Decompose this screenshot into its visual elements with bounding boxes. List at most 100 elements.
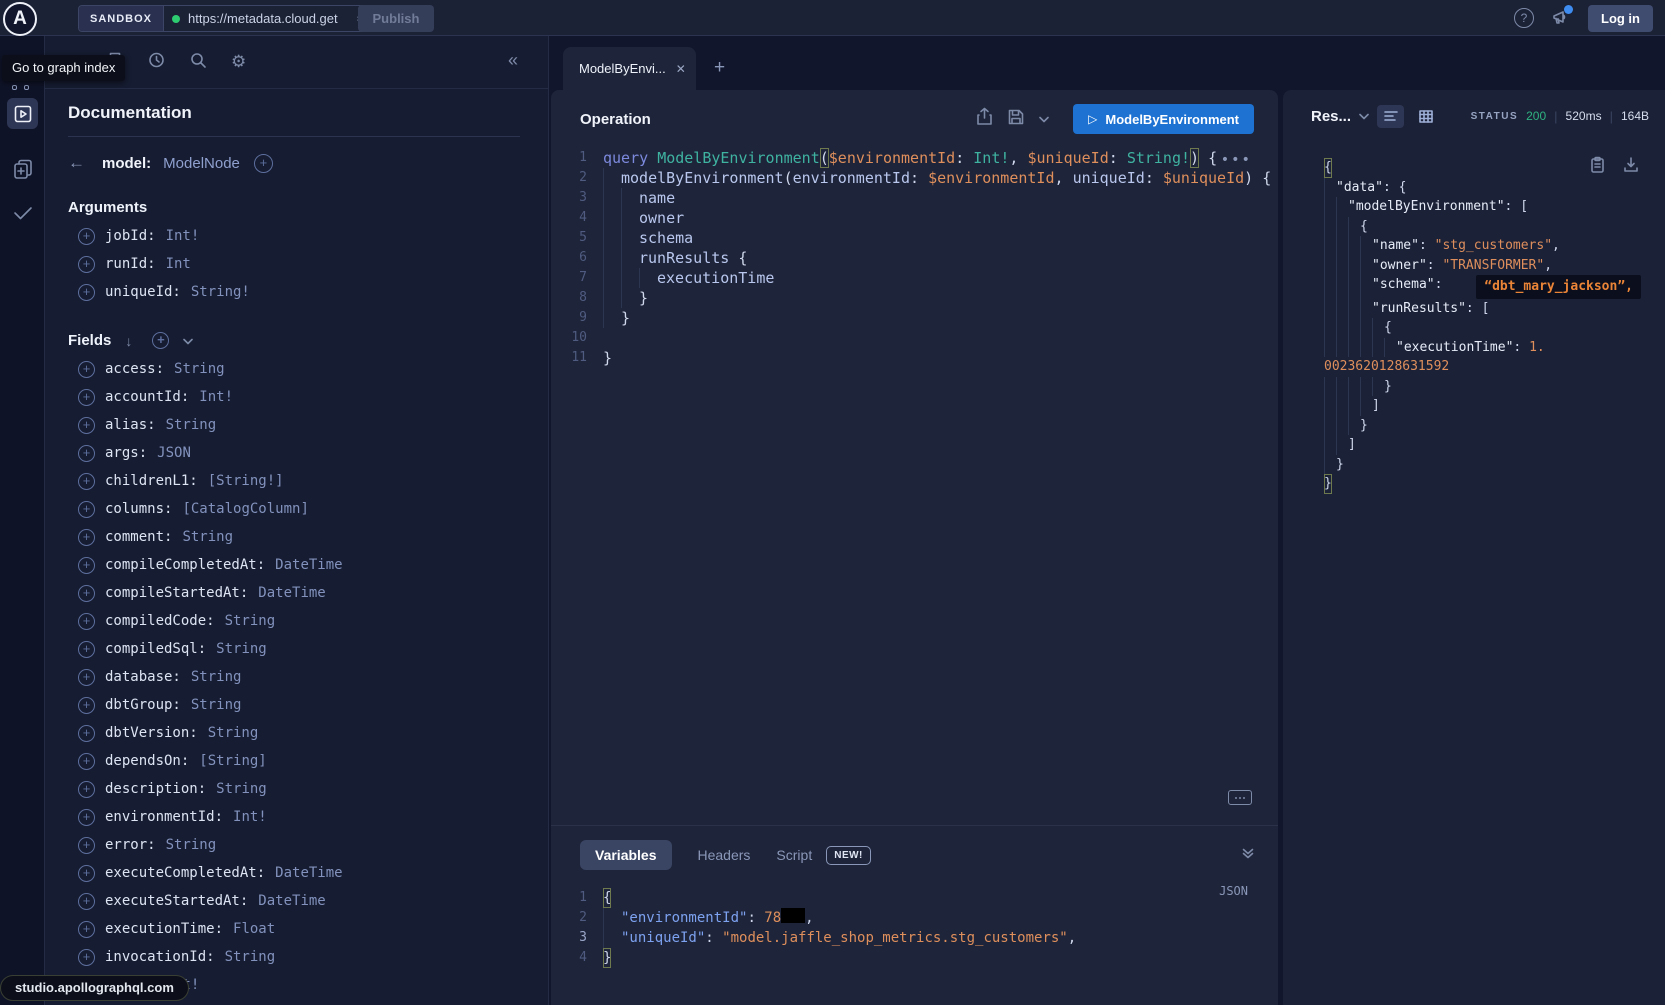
- add-field-icon[interactable]: +: [78, 445, 95, 462]
- field-row[interactable]: +jobId:Int!: [68, 222, 520, 250]
- add-field-icon[interactable]: +: [78, 284, 95, 301]
- new-tab-icon[interactable]: +: [714, 57, 725, 79]
- field-row[interactable]: +runId:Int: [68, 250, 520, 278]
- add-field-icon[interactable]: +: [78, 228, 95, 245]
- share-icon[interactable]: [976, 107, 993, 131]
- endpoint-url[interactable]: https://metadata.cloud.get: [188, 11, 346, 26]
- add-field-icon[interactable]: +: [78, 389, 95, 406]
- field-row[interactable]: +args:JSON: [68, 439, 520, 467]
- field-row[interactable]: +executeStartedAt:DateTime: [68, 887, 520, 915]
- add-field-icon[interactable]: +: [78, 557, 95, 574]
- field-row[interactable]: +executeCompletedAt:DateTime: [68, 859, 520, 887]
- collapse-panel-icon[interactable]: «: [508, 50, 518, 71]
- sort-fields-icon[interactable]: ↓: [125, 333, 132, 349]
- field-row[interactable]: +accountId:Int!: [68, 383, 520, 411]
- save-chevron-icon[interactable]: [1039, 110, 1049, 128]
- field-row[interactable]: +childrenL1:[String!]: [68, 467, 520, 495]
- field-row[interactable]: +dependsOn:[String]: [68, 747, 520, 775]
- login-button[interactable]: Log in: [1588, 5, 1653, 32]
- fields-list: +access:String+accountId:Int!+alias:Stri…: [68, 355, 520, 1005]
- response-chevron-icon[interactable]: [1359, 107, 1369, 125]
- tab-modelbyenvironment[interactable]: ModelByEnvi... ✕: [563, 47, 696, 90]
- add-field-icon[interactable]: +: [78, 256, 95, 273]
- field-row[interactable]: +environmentId:Int!: [68, 803, 520, 831]
- history-icon[interactable]: [147, 51, 165, 74]
- field-row[interactable]: +invocationId:String: [68, 943, 520, 971]
- save-icon[interactable]: [1007, 108, 1025, 131]
- field-row[interactable]: +comment:String: [68, 523, 520, 551]
- add-field-icon[interactable]: +: [78, 781, 95, 798]
- add-field-icon[interactable]: +: [78, 753, 95, 770]
- tab-script[interactable]: Script: [776, 847, 812, 863]
- add-type-icon[interactable]: +: [254, 154, 273, 173]
- field-row[interactable]: +columns:[CatalogColumn]: [68, 495, 520, 523]
- sidebar-item-schema[interactable]: [0, 158, 45, 182]
- sidebar-item-explorer[interactable]: [7, 98, 38, 129]
- doc-type-name[interactable]: ModelNode: [163, 155, 240, 172]
- add-field-icon[interactable]: +: [78, 473, 95, 490]
- field-row[interactable]: +compileCompletedAt:DateTime: [68, 551, 520, 579]
- operation-title: Operation: [580, 111, 651, 128]
- add-field-icon[interactable]: +: [78, 809, 95, 826]
- field-row[interactable]: +dbtVersion:String: [68, 719, 520, 747]
- field-row[interactable]: +access:String: [68, 355, 520, 383]
- sidebar-item-checks[interactable]: [0, 204, 45, 222]
- help-icon[interactable]: ?: [1514, 8, 1534, 28]
- editor-menu-icon[interactable]: •••: [1221, 152, 1252, 168]
- add-field-icon[interactable]: +: [78, 641, 95, 658]
- add-field-icon[interactable]: +: [78, 865, 95, 882]
- chevron-down-icon[interactable]: [183, 332, 193, 349]
- field-row[interactable]: +compiledCode:String: [68, 607, 520, 635]
- add-field-icon[interactable]: +: [78, 585, 95, 602]
- tree-view-toggle[interactable]: [1377, 105, 1404, 128]
- field-row[interactable]: +dbtGroup:String: [68, 691, 520, 719]
- add-all-fields-icon[interactable]: +: [152, 332, 169, 349]
- back-arrow-icon[interactable]: ←: [68, 153, 92, 173]
- publish-button[interactable]: Publish: [358, 5, 434, 32]
- run-operation-button[interactable]: ▷ ModelByEnvironment: [1073, 104, 1254, 134]
- collapse-variables-icon[interactable]: [1242, 846, 1254, 864]
- add-field-icon[interactable]: +: [78, 921, 95, 938]
- field-row[interactable]: +alias:String: [68, 411, 520, 439]
- field-row[interactable]: +compileStartedAt:DateTime: [68, 579, 520, 607]
- tab-headers[interactable]: Headers: [698, 847, 751, 863]
- add-field-icon[interactable]: +: [78, 613, 95, 630]
- apollo-logo[interactable]: A: [3, 2, 37, 36]
- add-field-icon[interactable]: +: [78, 725, 95, 742]
- field-row[interactable]: +executionTime:Float: [68, 915, 520, 943]
- field-name: description:: [105, 781, 206, 797]
- tab-variables[interactable]: Variables: [580, 840, 672, 870]
- add-field-icon[interactable]: +: [78, 501, 95, 518]
- variables-editor[interactable]: JSON 1{2"environmentId": 78,3"uniqueId":…: [551, 888, 1278, 968]
- search-icon[interactable]: [189, 51, 207, 74]
- keyboard-shortcuts-icon[interactable]: [1228, 790, 1252, 805]
- add-field-icon[interactable]: +: [78, 529, 95, 546]
- field-type: DateTime: [275, 557, 342, 573]
- field-row[interactable]: +compiledSql:String: [68, 635, 520, 663]
- explorer-play-icon: [13, 104, 33, 124]
- code-line: ]: [1324, 435, 1665, 455]
- field-row[interactable]: +uniqueId:String!: [68, 278, 520, 306]
- operation-editor[interactable]: ••• 1query ModelByEnvironment($environme…: [551, 148, 1278, 368]
- add-field-icon[interactable]: +: [78, 669, 95, 686]
- field-row[interactable]: +error:String: [68, 831, 520, 859]
- add-field-icon[interactable]: +: [78, 949, 95, 966]
- copy-response-icon[interactable]: [1590, 156, 1605, 178]
- add-field-icon[interactable]: +: [78, 893, 95, 910]
- tab-close-icon[interactable]: ✕: [676, 62, 686, 76]
- announcements-icon[interactable]: [1550, 7, 1572, 29]
- add-field-icon[interactable]: +: [78, 837, 95, 854]
- response-json[interactable]: {"data": {"modelByEnvironment": [{"name"…: [1283, 142, 1665, 494]
- download-response-icon[interactable]: [1623, 156, 1639, 178]
- table-view-toggle[interactable]: [1412, 105, 1439, 128]
- add-field-icon[interactable]: +: [78, 697, 95, 714]
- add-field-icon[interactable]: +: [78, 417, 95, 434]
- field-name: dependsOn:: [105, 753, 189, 769]
- field-row[interactable]: +database:String: [68, 663, 520, 691]
- field-row[interactable]: +description:String: [68, 775, 520, 803]
- endpoint-chip[interactable]: SANDBOX https://metadata.cloud.get ⚙: [78, 5, 382, 32]
- add-field-icon[interactable]: +: [78, 361, 95, 378]
- status-url-bubble: studio.apollographql.com: [0, 975, 189, 1001]
- settings-gear-icon[interactable]: ⚙: [231, 52, 246, 72]
- code-line: 9}: [551, 308, 1278, 328]
